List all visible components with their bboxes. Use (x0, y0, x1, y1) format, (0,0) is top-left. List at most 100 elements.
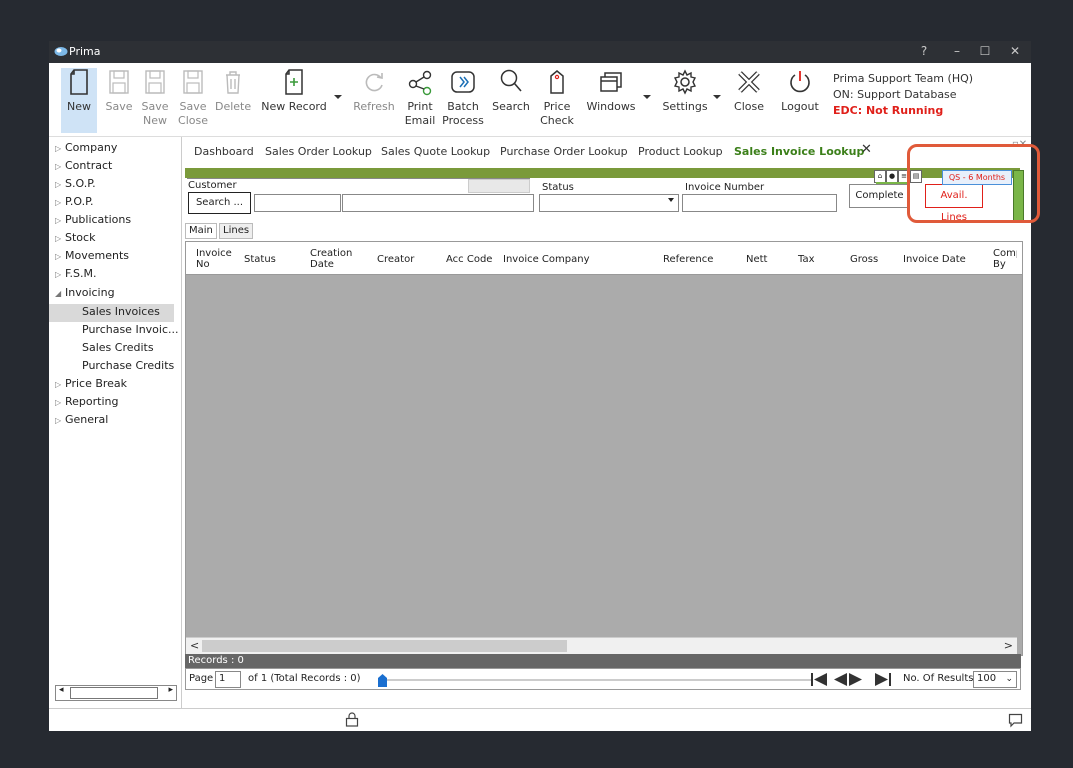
tab-purchase-order-lookup[interactable]: Purchase Order Lookup (500, 145, 628, 158)
windows-dropdown-icon[interactable] (643, 95, 651, 99)
column-header[interactable]: Invoice Company (503, 254, 590, 265)
close-window-button[interactable]: ✕ (1006, 44, 1024, 58)
delete-label: Delete (215, 100, 252, 113)
new-record-dropdown-icon[interactable] (334, 95, 342, 99)
delete-button[interactable]: Delete (215, 68, 251, 133)
scroll-right-icon[interactable]: > (1004, 639, 1013, 652)
tab-sales-order-lookup[interactable]: Sales Order Lookup (265, 145, 372, 158)
search-button[interactable]: Search (492, 68, 530, 133)
results-per-page-select[interactable]: 100 ⌄ (973, 671, 1017, 688)
grid-scroll-thumb[interactable] (202, 640, 567, 652)
page-slider-thumb[interactable] (378, 674, 387, 687)
navigation-sidebar: ▷ Company ▷ Contract ▷ S.O.P. ▷ P.O.P. ▷ Publ… (49, 137, 182, 708)
first-page-icon[interactable] (811, 673, 827, 686)
save-button[interactable]: Save (104, 68, 134, 133)
lock-icon[interactable] (345, 712, 359, 727)
next-page-icon[interactable] (849, 673, 862, 686)
subtab-main[interactable]: Main (185, 223, 217, 239)
subtab-lines[interactable]: Lines (219, 223, 254, 239)
column-header[interactable]: Tax (798, 254, 815, 265)
sidebar-item-sop[interactable]: ▷ S.O.P. (55, 177, 96, 190)
settings-button[interactable]: Settings (661, 68, 709, 133)
status-select[interactable] (539, 194, 679, 212)
tab-dashboard[interactable]: Dashboard (194, 145, 254, 158)
sidebar-item-invoicing[interactable]: ◢ Invoicing (55, 286, 115, 299)
sidebar-item-price-break[interactable]: ▷ Price Break (55, 377, 127, 390)
sidebar-item-general[interactable]: ▷ General (55, 413, 108, 426)
grid-horizontal-scrollbar[interactable]: < > (186, 637, 1017, 654)
grid-body[interactable] (186, 275, 1022, 637)
customer-code-input[interactable] (254, 194, 341, 212)
save-label: Save (105, 100, 133, 113)
sidebar-item-pop[interactable]: ▷ P.O.P. (55, 195, 94, 208)
help-button[interactable]: ? (915, 44, 933, 58)
page-slider-track[interactable] (382, 679, 812, 681)
save-close-button[interactable]: Save Close (178, 68, 208, 133)
tab-close-icon[interactable]: ✕ (861, 142, 872, 157)
minimize-button[interactable]: – (948, 44, 966, 58)
column-header[interactable]: Gross (850, 254, 878, 265)
sidebar-scroll-thumb[interactable] (70, 687, 158, 699)
tab-product-lookup[interactable]: Product Lookup (638, 145, 723, 158)
sidebar-item-stock[interactable]: ▷ Stock (55, 231, 95, 244)
sidebar-item-sales-credits[interactable]: Sales Credits (82, 341, 154, 354)
column-header[interactable]: Reference (663, 254, 713, 265)
batch-process-button[interactable]: Batch Process (442, 68, 484, 133)
sidebar-item-purchase-credits[interactable]: Purchase Credits (82, 359, 174, 372)
batch-process-label-2: Process (442, 114, 484, 127)
scroll-right-icon[interactable]: ▸ (168, 685, 173, 695)
invoice-number-input[interactable] (682, 194, 837, 212)
column-header[interactable]: Acc Code (446, 254, 492, 265)
customer-name-input[interactable] (342, 194, 534, 212)
save-new-button[interactable]: Save New (140, 68, 170, 133)
tab-sales-quote-lookup[interactable]: Sales Quote Lookup (381, 145, 490, 158)
sidebar-item-publications[interactable]: ▷ Publications (55, 213, 131, 226)
last-page-icon[interactable] (875, 673, 891, 686)
sidebar-item-sales-invoices[interactable]: Sales Invoices (49, 304, 174, 322)
expand-arrow-icon: ▷ (55, 216, 62, 225)
column-header[interactable]: CompBy (993, 248, 1017, 270)
column-header[interactable]: Creator (377, 254, 414, 265)
sidebar-item-purchase-invoices[interactable]: Purchase Invoic... (82, 323, 179, 336)
print-email-button[interactable]: Print Email (403, 68, 437, 133)
tab-sales-invoice-lookup[interactable]: Sales Invoice Lookup (734, 145, 864, 158)
column-header[interactable]: Invoice No (196, 248, 232, 270)
close-button[interactable]: Close (732, 68, 766, 133)
records-count: Records : 0 (185, 654, 1021, 668)
column-header[interactable]: Status (244, 254, 276, 265)
column-header[interactable]: Nett (746, 254, 767, 265)
sidebar-item-company[interactable]: ▷ Company (55, 141, 117, 154)
refresh-button[interactable]: Refresh (353, 68, 395, 133)
customer-search-button[interactable]: Search ... (188, 192, 251, 214)
close-icon (738, 71, 760, 93)
results-label: No. Of Results (903, 673, 974, 684)
settings-dropdown-icon[interactable] (713, 95, 721, 99)
sidebar-item-movements[interactable]: ▷ Movements (55, 249, 129, 262)
save-new-icon (145, 70, 165, 94)
customer-code-box (468, 179, 530, 193)
column-header[interactable]: Invoice Date (903, 254, 966, 265)
page-number-input[interactable]: 1 (215, 671, 241, 688)
price-check-button[interactable]: Price Check (539, 68, 575, 133)
windows-icon (600, 72, 622, 92)
logout-button[interactable]: Logout (778, 68, 822, 133)
mini-underline (876, 182, 910, 184)
scroll-left-icon[interactable]: ◂ (59, 685, 64, 695)
complete-button[interactable]: Complete (849, 184, 910, 208)
previous-page-icon[interactable] (834, 673, 847, 686)
new-button[interactable]: New (61, 68, 97, 133)
sidebar-item-fsm[interactable]: ▷ F.S.M. (55, 267, 97, 280)
status-bar (49, 708, 1031, 731)
sidebar-item-contract[interactable]: ▷ Contract (55, 159, 112, 172)
new-record-button[interactable]: New Record (261, 68, 327, 133)
column-header[interactable]: Creation Date (310, 248, 352, 270)
sidebar-horizontal-scrollbar[interactable]: ◂ ▸ (55, 685, 177, 701)
sidebar-item-reporting[interactable]: ▷ Reporting (55, 395, 118, 408)
chat-icon[interactable] (1008, 713, 1023, 728)
grid-header: Invoice No Status Creation Date Creator Ac… (186, 242, 1022, 275)
windows-button[interactable]: Windows (583, 68, 639, 133)
expand-arrow-icon: ▷ (55, 162, 62, 171)
print-email-label-1: Print (407, 100, 433, 113)
maximize-button[interactable]: ☐ (976, 44, 994, 58)
scroll-left-icon[interactable]: < (190, 639, 199, 652)
